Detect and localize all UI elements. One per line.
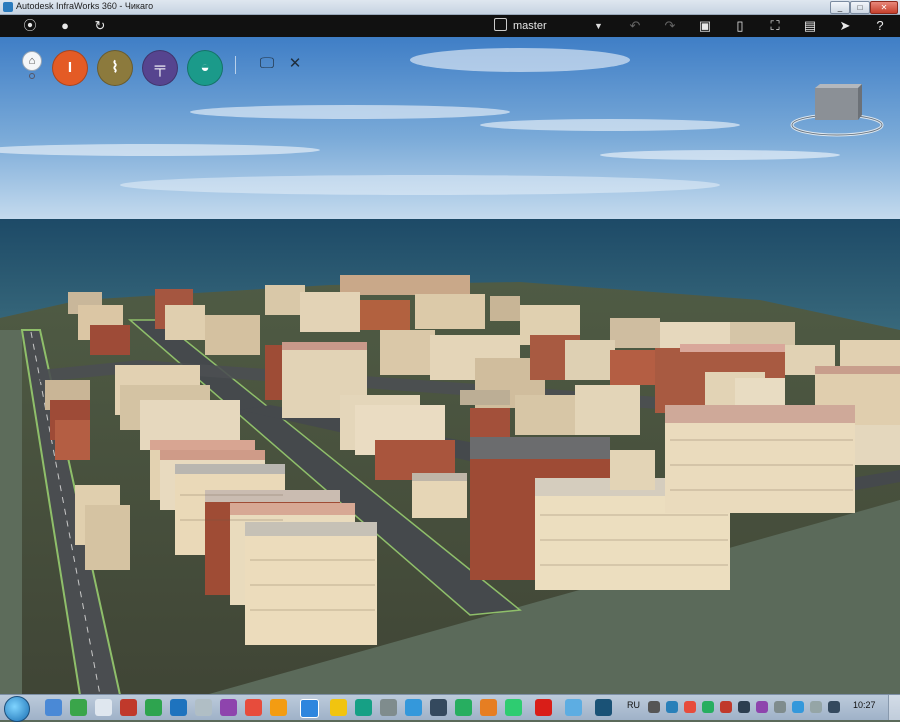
drainage-button[interactable]: ◒ <box>187 50 223 86</box>
chevron-down-icon: ▼ <box>594 21 603 31</box>
help-icon[interactable]: ? <box>871 17 889 35</box>
account-icon[interactable]: ⦿ <box>21 17 39 35</box>
cursor-icon[interactable]: ➤ <box>836 17 854 35</box>
tray-icon-8[interactable] <box>774 701 786 713</box>
taskbar-app-19[interactable] <box>505 699 522 716</box>
taskbar-clock[interactable]: 10:27 <box>853 700 876 710</box>
taskbar-app-20[interactable] <box>535 699 552 716</box>
taskbar-app-15[interactable] <box>405 699 422 716</box>
tray-icon-10[interactable] <box>810 701 822 713</box>
taskbar-app-11[interactable] <box>300 699 319 718</box>
taskbar-app-4[interactable] <box>120 699 137 716</box>
presentation-icon[interactable]: 🖵 <box>256 53 278 75</box>
taskbar-app-8[interactable] <box>220 699 237 716</box>
tools-separator <box>235 56 236 74</box>
road-icon: ⌇ <box>111 59 119 76</box>
tray-icon-9[interactable] <box>792 701 804 713</box>
terrain-left <box>0 330 22 719</box>
tray-icon-11[interactable] <box>828 701 840 713</box>
fullscreen-icon[interactable]: ⛶ <box>766 17 784 35</box>
taskbar-app-2[interactable] <box>70 699 87 716</box>
branch-label: master <box>513 20 547 32</box>
language-indicator[interactable]: RU <box>627 700 640 710</box>
tray-icon-5[interactable] <box>720 701 732 713</box>
bridges-button[interactable]: ╤ <box>142 50 178 86</box>
taskbar-app-21[interactable] <box>565 699 582 716</box>
windows-taskbar: RU 10:27 <box>0 694 900 722</box>
viewcube[interactable] <box>790 84 885 139</box>
tray-icon-1[interactable] <box>648 701 660 713</box>
tray-icon-2[interactable] <box>666 701 678 713</box>
taskbar-app-3[interactable] <box>95 699 112 716</box>
app-toolbar: ⦿ ● ↻ master ▼ ↶ ↷ ▣ ▯ ⛶ ▤ ➤ ? <box>0 15 900 37</box>
show-desktop-button[interactable] <box>888 695 900 720</box>
taskbar-app-7[interactable] <box>195 699 212 716</box>
window-titlebar: Autodesk InfraWorks 360 - Чикаго _ □ ✕ <box>0 0 900 15</box>
taskbar-app-10[interactable] <box>270 699 287 716</box>
taskbar-app-14[interactable] <box>380 699 397 716</box>
redo-icon[interactable]: ↷ <box>661 17 679 35</box>
app-icon <box>3 2 13 12</box>
minimize-button[interactable]: _ <box>830 1 850 14</box>
panel-icon[interactable]: ▯ <box>731 17 749 35</box>
branch-icon <box>494 18 507 31</box>
taskbar-app-5[interactable] <box>145 699 162 716</box>
tray-icon-3[interactable] <box>684 701 696 713</box>
close-button[interactable]: ✕ <box>870 1 898 14</box>
sync-icon[interactable]: ↻ <box>91 17 109 35</box>
taskbar-app-22[interactable] <box>595 699 612 716</box>
drainage-icon: ◒ <box>200 59 210 76</box>
maximize-button[interactable]: □ <box>850 1 870 14</box>
taskbar-app-17[interactable] <box>455 699 472 716</box>
taskbar-app-6[interactable] <box>170 699 187 716</box>
create-and-manage-model-button[interactable]: I <box>52 50 88 86</box>
tray-icon-7[interactable] <box>756 701 768 713</box>
design-roads-button[interactable]: ⌇ <box>97 50 133 86</box>
screenshot-icon[interactable]: ▣ <box>696 17 714 35</box>
tray-icon-6[interactable] <box>738 701 750 713</box>
taskbar-app-16[interactable] <box>430 699 447 716</box>
undo-icon[interactable]: ↶ <box>626 17 644 35</box>
taskbar-app-9[interactable] <box>245 699 262 716</box>
window-title: Autodesk InfraWorks 360 - Чикаго <box>16 1 154 11</box>
taskbar-app-18[interactable] <box>480 699 497 716</box>
record-icon[interactable]: ● <box>56 17 74 35</box>
tray-icon-4[interactable] <box>702 701 714 713</box>
settings-icon[interactable]: ✕ <box>284 53 306 75</box>
branch-selector[interactable]: master ▼ <box>494 17 603 35</box>
home-icon[interactable]: ⌂ <box>22 51 42 71</box>
start-button[interactable] <box>4 696 30 722</box>
bridge-icon: ╤ <box>154 59 166 76</box>
home-indicator <box>29 73 35 79</box>
building-icon: I <box>67 59 73 76</box>
present-icon[interactable]: ▤ <box>801 17 819 35</box>
taskbar-app-12[interactable] <box>330 699 347 716</box>
map-viewport[interactable] <box>0 0 900 719</box>
taskbar-app-13[interactable] <box>355 699 372 716</box>
taskbar-app-1[interactable] <box>45 699 62 716</box>
